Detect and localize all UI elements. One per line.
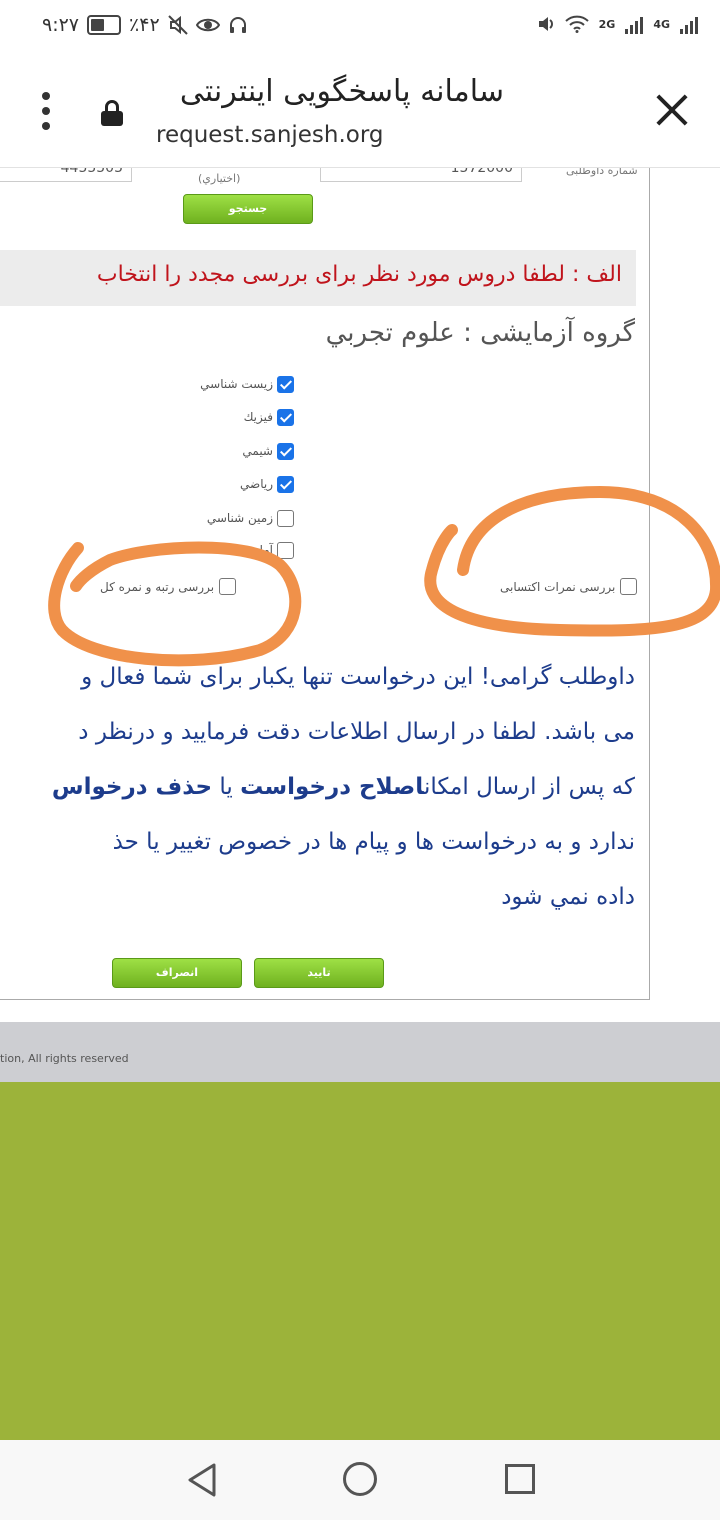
back-icon[interactable] [186, 1462, 218, 1498]
grades-review-checkbox[interactable] [620, 578, 638, 595]
signal-icon [680, 14, 698, 34]
web-content: 4455505 (اختياري) 1572000 شماره داوطلبی … [0, 168, 650, 1000]
mute-icon [167, 15, 188, 35]
subject-biology[interactable]: زيست شناسي [184, 373, 294, 395]
message-emphasis: حذف درخواس [51, 774, 213, 800]
status-bar: ۹:۲۷ ٪۴۲ 2G 4G [0, 0, 720, 56]
rank-review-option[interactable]: بررسی رتبه و نمره کل [100, 578, 237, 595]
browser-header: سامانه پاسخگویی اینترنتی request.sanjesh… [0, 56, 720, 168]
subject-label: آمار [253, 543, 273, 557]
footer-background [0, 1082, 720, 1440]
confirm-button[interactable]: تایید [254, 958, 384, 988]
eye-icon [195, 18, 220, 32]
notice-text: الف : لطفا دروس مورد نظر برای بررسی مجدد… [96, 262, 622, 287]
tracking-field[interactable]: 4455505 [0, 168, 132, 182]
message-text: می باشد. لطفا در ارسال اطلاعات دقت فرمای… [78, 719, 635, 745]
subject-math[interactable]: رياضي [184, 473, 294, 495]
status-right: 2G 4G [537, 14, 698, 34]
recent-apps-icon[interactable] [505, 1464, 535, 1494]
subject-checkbox[interactable] [277, 541, 294, 559]
optional-label: (اختياري) [198, 172, 241, 185]
notice-bar: الف : لطفا دروس مورد نظر برای بررسی مجدد… [0, 250, 636, 306]
status-left: ۹:۲۷ ٪۴۲ [42, 14, 248, 36]
home-icon[interactable] [343, 1462, 377, 1496]
message-emphasis: اصلاح درخواست [240, 774, 424, 800]
volume-icon [538, 17, 553, 31]
grades-review-label: بررسی نمرات اکتسابی [500, 579, 616, 594]
page-title: سامانه پاسخگویی اینترنتی [179, 74, 504, 109]
subject-physics[interactable]: فيزيك [184, 406, 294, 428]
net-2g-label: 2G [598, 17, 616, 31]
message-text: که پس از ارسال امکان [423, 774, 635, 800]
wifi-icon [564, 15, 589, 33]
candidate-number-label: شماره داوطلبی [566, 168, 638, 177]
cancel-button[interactable]: انصراف [112, 958, 242, 988]
subject-label: زيست شناسي [200, 377, 273, 391]
page-footer: tion, All rights reserved [0, 1022, 720, 1082]
grades-review-option[interactable]: بررسی نمرات اکتسابی [500, 578, 638, 595]
system-nav-bar [0, 1440, 720, 1520]
message-text: داوطلب گرامی [489, 664, 635, 690]
message-text: ندارد و به درخواست ها و پیام ها در خصوص … [112, 829, 635, 855]
rank-review-label: بررسی رتبه و نمره کل [100, 579, 215, 594]
message-text: ! این درخواست تنها یکبار برای شما فعال و [81, 664, 490, 690]
subject-geology[interactable]: زمين شناسي [184, 507, 294, 529]
subject-checkbox[interactable] [277, 375, 294, 393]
page-url: request.sanjesh.org [156, 122, 384, 148]
subject-checkbox[interactable] [277, 408, 294, 426]
menu-dots-icon[interactable] [38, 92, 54, 130]
subject-label: زمين شناسي [206, 511, 273, 525]
signal-icon [625, 14, 644, 34]
subject-label: فيزيك [243, 410, 273, 424]
battery-icon [87, 15, 122, 35]
subject-checkbox[interactable] [277, 509, 294, 527]
battery-percent: ٪۴۲ [129, 14, 160, 36]
search-button[interactable]: جستجو [183, 194, 313, 224]
group-title: گروه آزمایشی : علوم تجربي [325, 318, 635, 348]
close-icon[interactable] [656, 94, 688, 126]
copyright-text: tion, All rights reserved [0, 1052, 129, 1065]
subject-checkbox[interactable] [277, 442, 294, 460]
rank-review-checkbox[interactable] [219, 578, 237, 595]
info-message: داوطلب گرامی! این درخواست تنها یکبار برا… [0, 650, 635, 925]
subject-chemistry[interactable]: شيمي [184, 440, 294, 462]
net-4g-label: 4G [653, 17, 670, 31]
message-text: داده نمي شود [501, 884, 635, 910]
candidate-number-field[interactable]: 1572000 [320, 168, 522, 182]
status-time: ۹:۲۷ [42, 14, 80, 36]
subject-label: رياضي [240, 477, 273, 491]
message-text: یا [212, 774, 241, 800]
lock-icon[interactable] [100, 100, 124, 126]
subject-label: شيمي [242, 444, 273, 458]
subject-statistics[interactable]: آمار [184, 539, 294, 561]
subject-checkbox[interactable] [277, 475, 294, 493]
headphones-icon [229, 17, 246, 33]
